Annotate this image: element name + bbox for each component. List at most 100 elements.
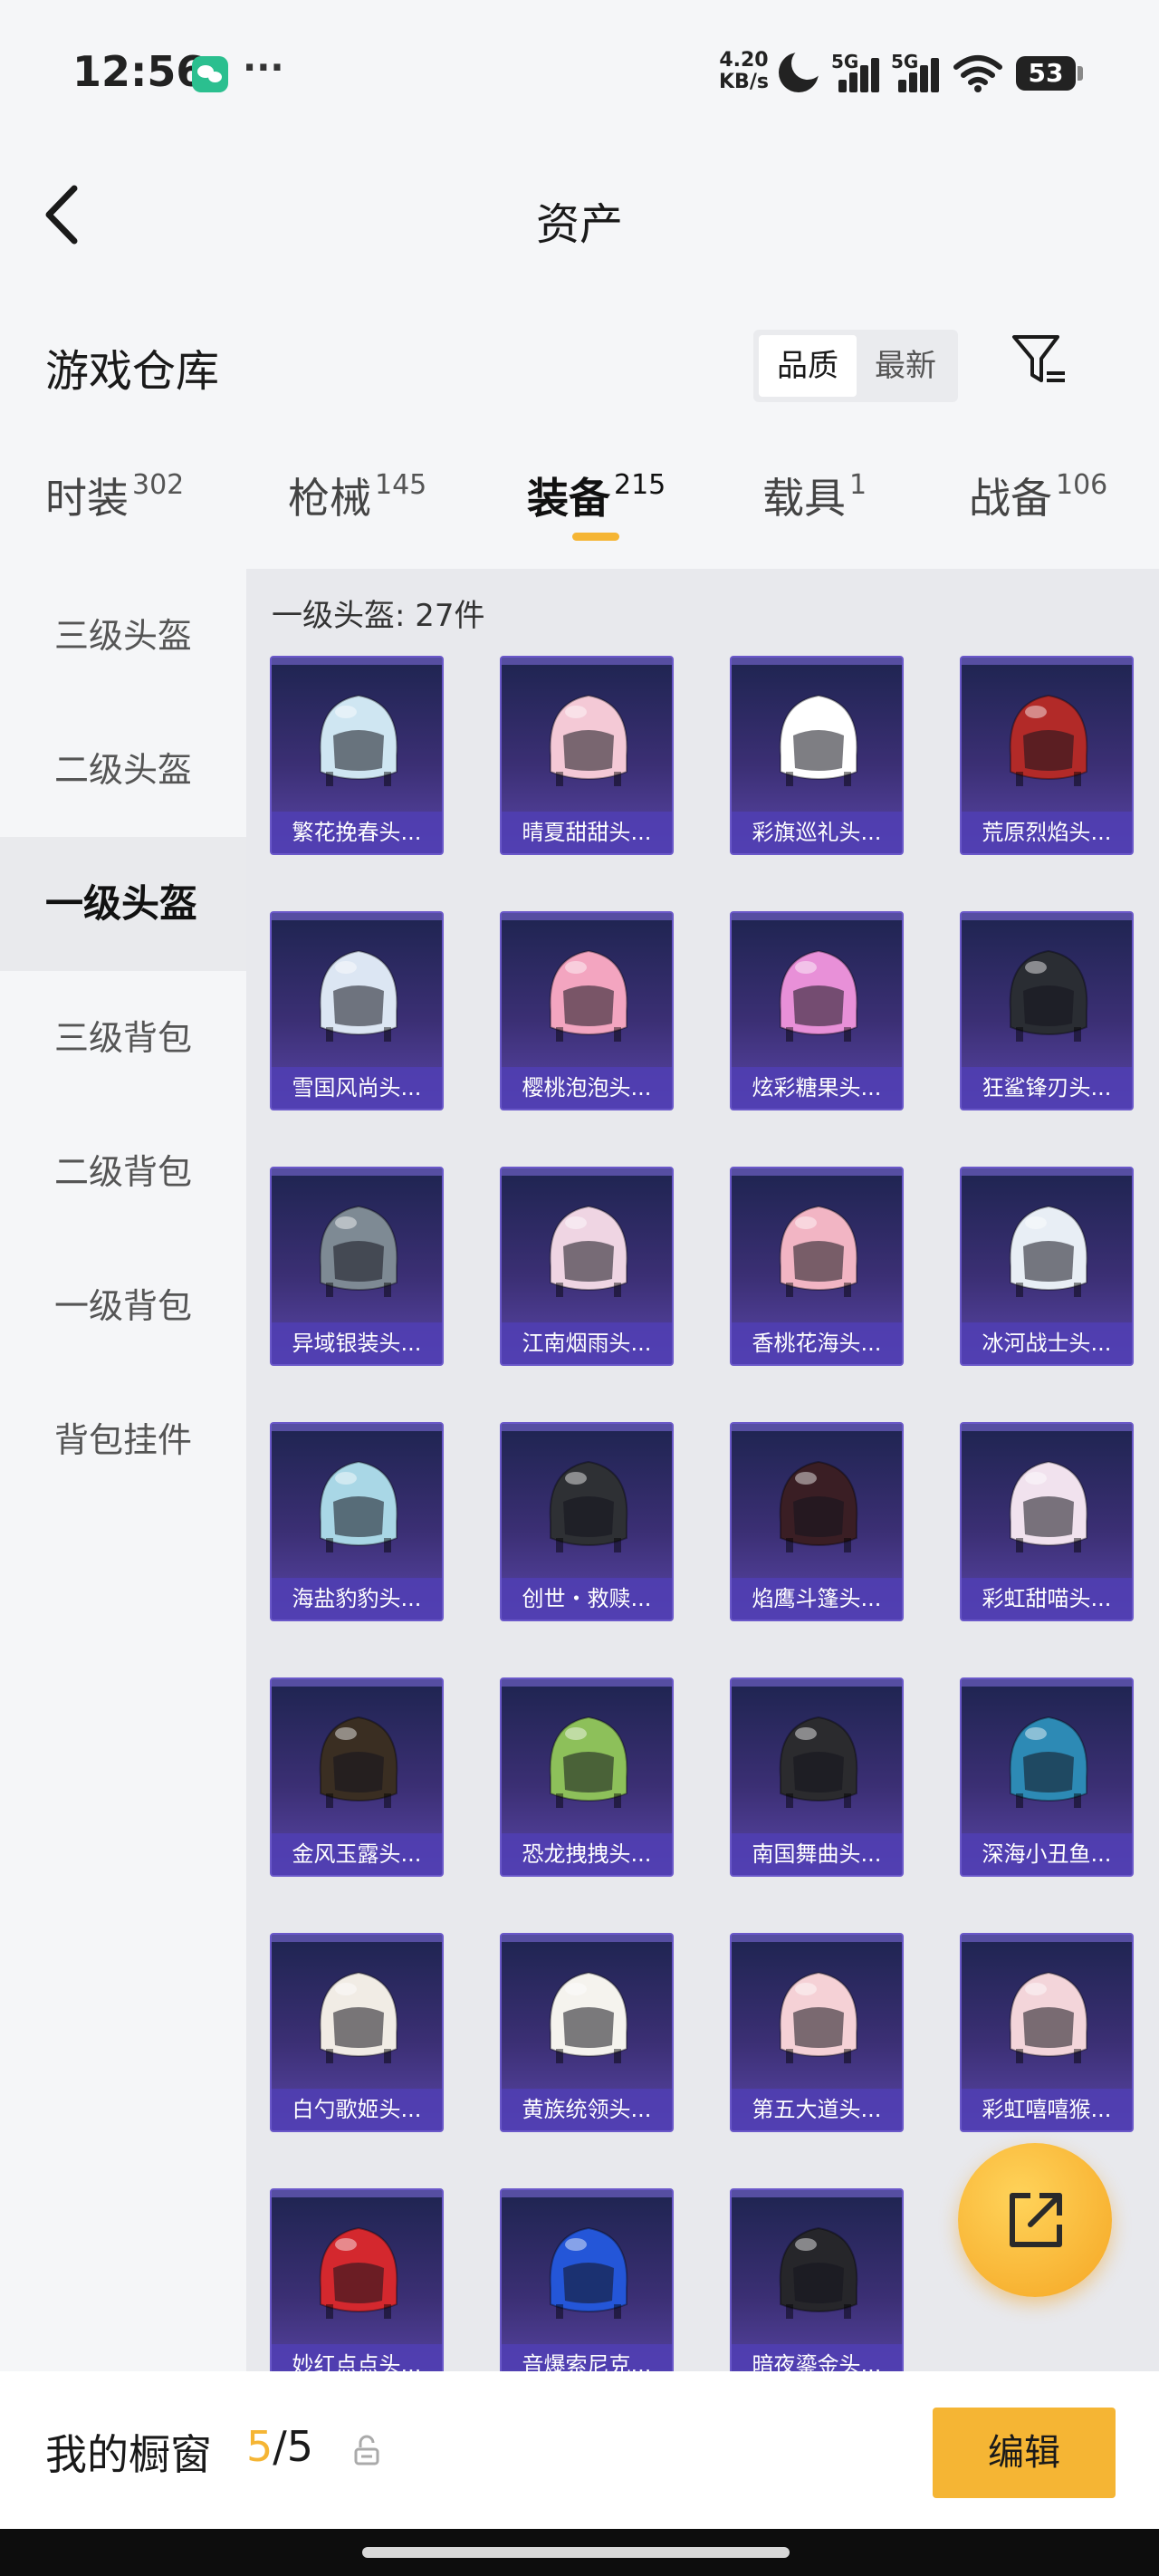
item-card-label: 白勺歌姬头... [272,2089,442,2130]
item-card-label: 炫彩糖果头... [732,1067,902,1109]
item-card-label: 晴夏甜甜头... [502,812,672,853]
item-card[interactable]: 音爆索尼克... [500,2188,674,2371]
lock-icon [354,2435,379,2465]
helmet-icon [779,1716,858,1808]
item-card-label: 异域银装头... [272,1322,442,1364]
showcase-count: 5/5 [246,2422,314,2471]
item-card[interactable]: 妙红点点头... [270,2188,444,2371]
sidebar-item-backpack-lv2[interactable]: 二级背包 [0,1105,246,1239]
item-card-label: 香桃花海头... [732,1322,902,1364]
item-card[interactable]: 黄族统领头... [500,1933,674,2132]
home-indicator[interactable] [362,2547,790,2558]
sidebar-item-helmet-lv2[interactable]: 二级头盔 [0,703,246,837]
filter-icon[interactable] [1011,332,1068,389]
sidebar-item-backpack-lv3[interactable]: 三级背包 [0,971,246,1105]
sidebar-item-helmet-lv1[interactable]: 一级头盔 [0,837,246,971]
item-card-label: 黄族统领头... [502,2089,672,2130]
item-card[interactable]: 冰河战士头... [960,1167,1134,1366]
item-card[interactable]: 彩虹甜喵头... [960,1422,1134,1621]
sidebar-item-helmet-lv3[interactable]: 三级头盔 [0,569,246,703]
tab-supplies[interactable]: 战备 106 [969,466,1107,525]
item-card-label: 冰河战士头... [962,1322,1132,1364]
item-card[interactable]: 樱桃泡泡头... [500,911,674,1110]
system-nav-bar [0,2529,1159,2576]
helmet-icon [319,1205,398,1297]
helmet-icon [319,2226,398,2319]
edit-button[interactable]: 编辑 [933,2408,1116,2498]
item-card[interactable]: 焰鹰斗篷头... [730,1422,904,1621]
status-bar: 12:56 ··· 4.20 KB/s 5G 5G 53 [0,0,1159,145]
item-card-label: 彩虹嘻嘻猴... [962,2089,1132,2130]
tab-equipment[interactable]: 装备 215 [527,466,666,525]
tab-fashion[interactable]: 时装 302 [45,466,184,525]
tab-vehicles[interactable]: 载具 1 [762,466,867,525]
item-card[interactable]: 白勺歌姬头... [270,1933,444,2132]
helmet-icon [1009,694,1088,786]
share-button[interactable] [958,2143,1112,2297]
sort-quality[interactable]: 品质 [759,335,857,397]
item-card[interactable]: 彩旗巡礼头... [730,656,904,855]
helmet-icon [779,949,858,1042]
helmet-icon [549,2226,628,2319]
showcase-bar: 我的橱窗 5/5 编辑 [0,2371,1159,2529]
item-card[interactable]: 雪国风尚头... [270,911,444,1110]
helmet-icon [319,1971,398,2063]
item-card[interactable]: 第五大道头... [730,1933,904,2132]
item-card-label: 狂鲨锋刃头... [962,1067,1132,1109]
sidebar-item-backpack-lv1[interactable]: 一级背包 [0,1239,246,1373]
helmet-icon [779,1971,858,2063]
helmet-icon [1009,949,1088,1042]
subcategory-sidebar: 三级头盔 二级头盔 一级头盔 三级背包 二级背包 一级背包 背包挂件 [0,569,246,2371]
item-card[interactable]: 恐龙拽拽头... [500,1677,674,1877]
item-card[interactable]: 炫彩糖果头... [730,911,904,1110]
helmet-icon [1009,1205,1088,1297]
item-card-label: 恐龙拽拽头... [502,1833,672,1875]
helmet-icon [549,694,628,786]
nav-bar: 资产 [0,145,1159,281]
helmet-icon [779,694,858,786]
active-tab-indicator [572,533,619,541]
item-card[interactable]: 香桃花海头... [730,1167,904,1366]
moon-icon [779,47,824,92]
item-card[interactable]: 南国舞曲头... [730,1677,904,1877]
helmet-icon [1009,1460,1088,1552]
tab-weapons[interactable]: 枪械 145 [288,466,426,525]
item-card-label: 创世・救赎... [502,1578,672,1620]
status-time: 12:56 [72,47,206,96]
helmet-icon [779,2226,858,2319]
item-card[interactable]: 江南烟雨头... [500,1167,674,1366]
share-icon [1010,2193,1062,2247]
item-card-label: 彩旗巡礼头... [732,812,902,853]
signal-icon-2: 5G [891,51,954,92]
item-card[interactable]: 海盐豹豹头... [270,1422,444,1621]
item-card[interactable]: 荒原烈焰头... [960,656,1134,855]
helmet-icon [549,1205,628,1297]
signal-icon: 5G [831,51,895,92]
sidebar-item-backpack-charm[interactable]: 背包挂件 [0,1373,246,1507]
item-card[interactable]: 暗夜鎏金头... [730,2188,904,2371]
helmet-icon [549,1460,628,1552]
item-card[interactable]: 晴夏甜甜头... [500,656,674,855]
helmet-icon [319,694,398,786]
group-title: 一级头盔: 27件 [272,598,485,634]
page-title: 资产 [535,199,623,250]
item-card-label: 彩虹甜喵头... [962,1578,1132,1620]
helmet-icon [549,949,628,1042]
item-card-label: 音爆索尼克... [502,2344,672,2371]
item-card[interactable]: 繁花挽春头... [270,656,444,855]
signal-label: 5G [831,51,859,72]
item-card-label: 繁花挽春头... [272,812,442,853]
item-card-label: 焰鹰斗篷头... [732,1578,902,1620]
item-card[interactable]: 创世・救赎... [500,1422,674,1621]
helmet-icon [319,1716,398,1808]
item-card[interactable]: 彩虹嘻嘻猴... [960,1933,1134,2132]
item-card[interactable]: 深海小丑鱼... [960,1677,1134,1877]
helmet-icon [549,1971,628,2063]
helmet-icon [319,1460,398,1552]
sort-latest[interactable]: 最新 [857,335,954,397]
item-card-label: 樱桃泡泡头... [502,1067,672,1109]
item-card[interactable]: 金风玉露头... [270,1677,444,1877]
item-card[interactable]: 异域银装头... [270,1167,444,1366]
item-card[interactable]: 狂鲨锋刃头... [960,911,1134,1110]
helmet-icon [1009,1971,1088,2063]
